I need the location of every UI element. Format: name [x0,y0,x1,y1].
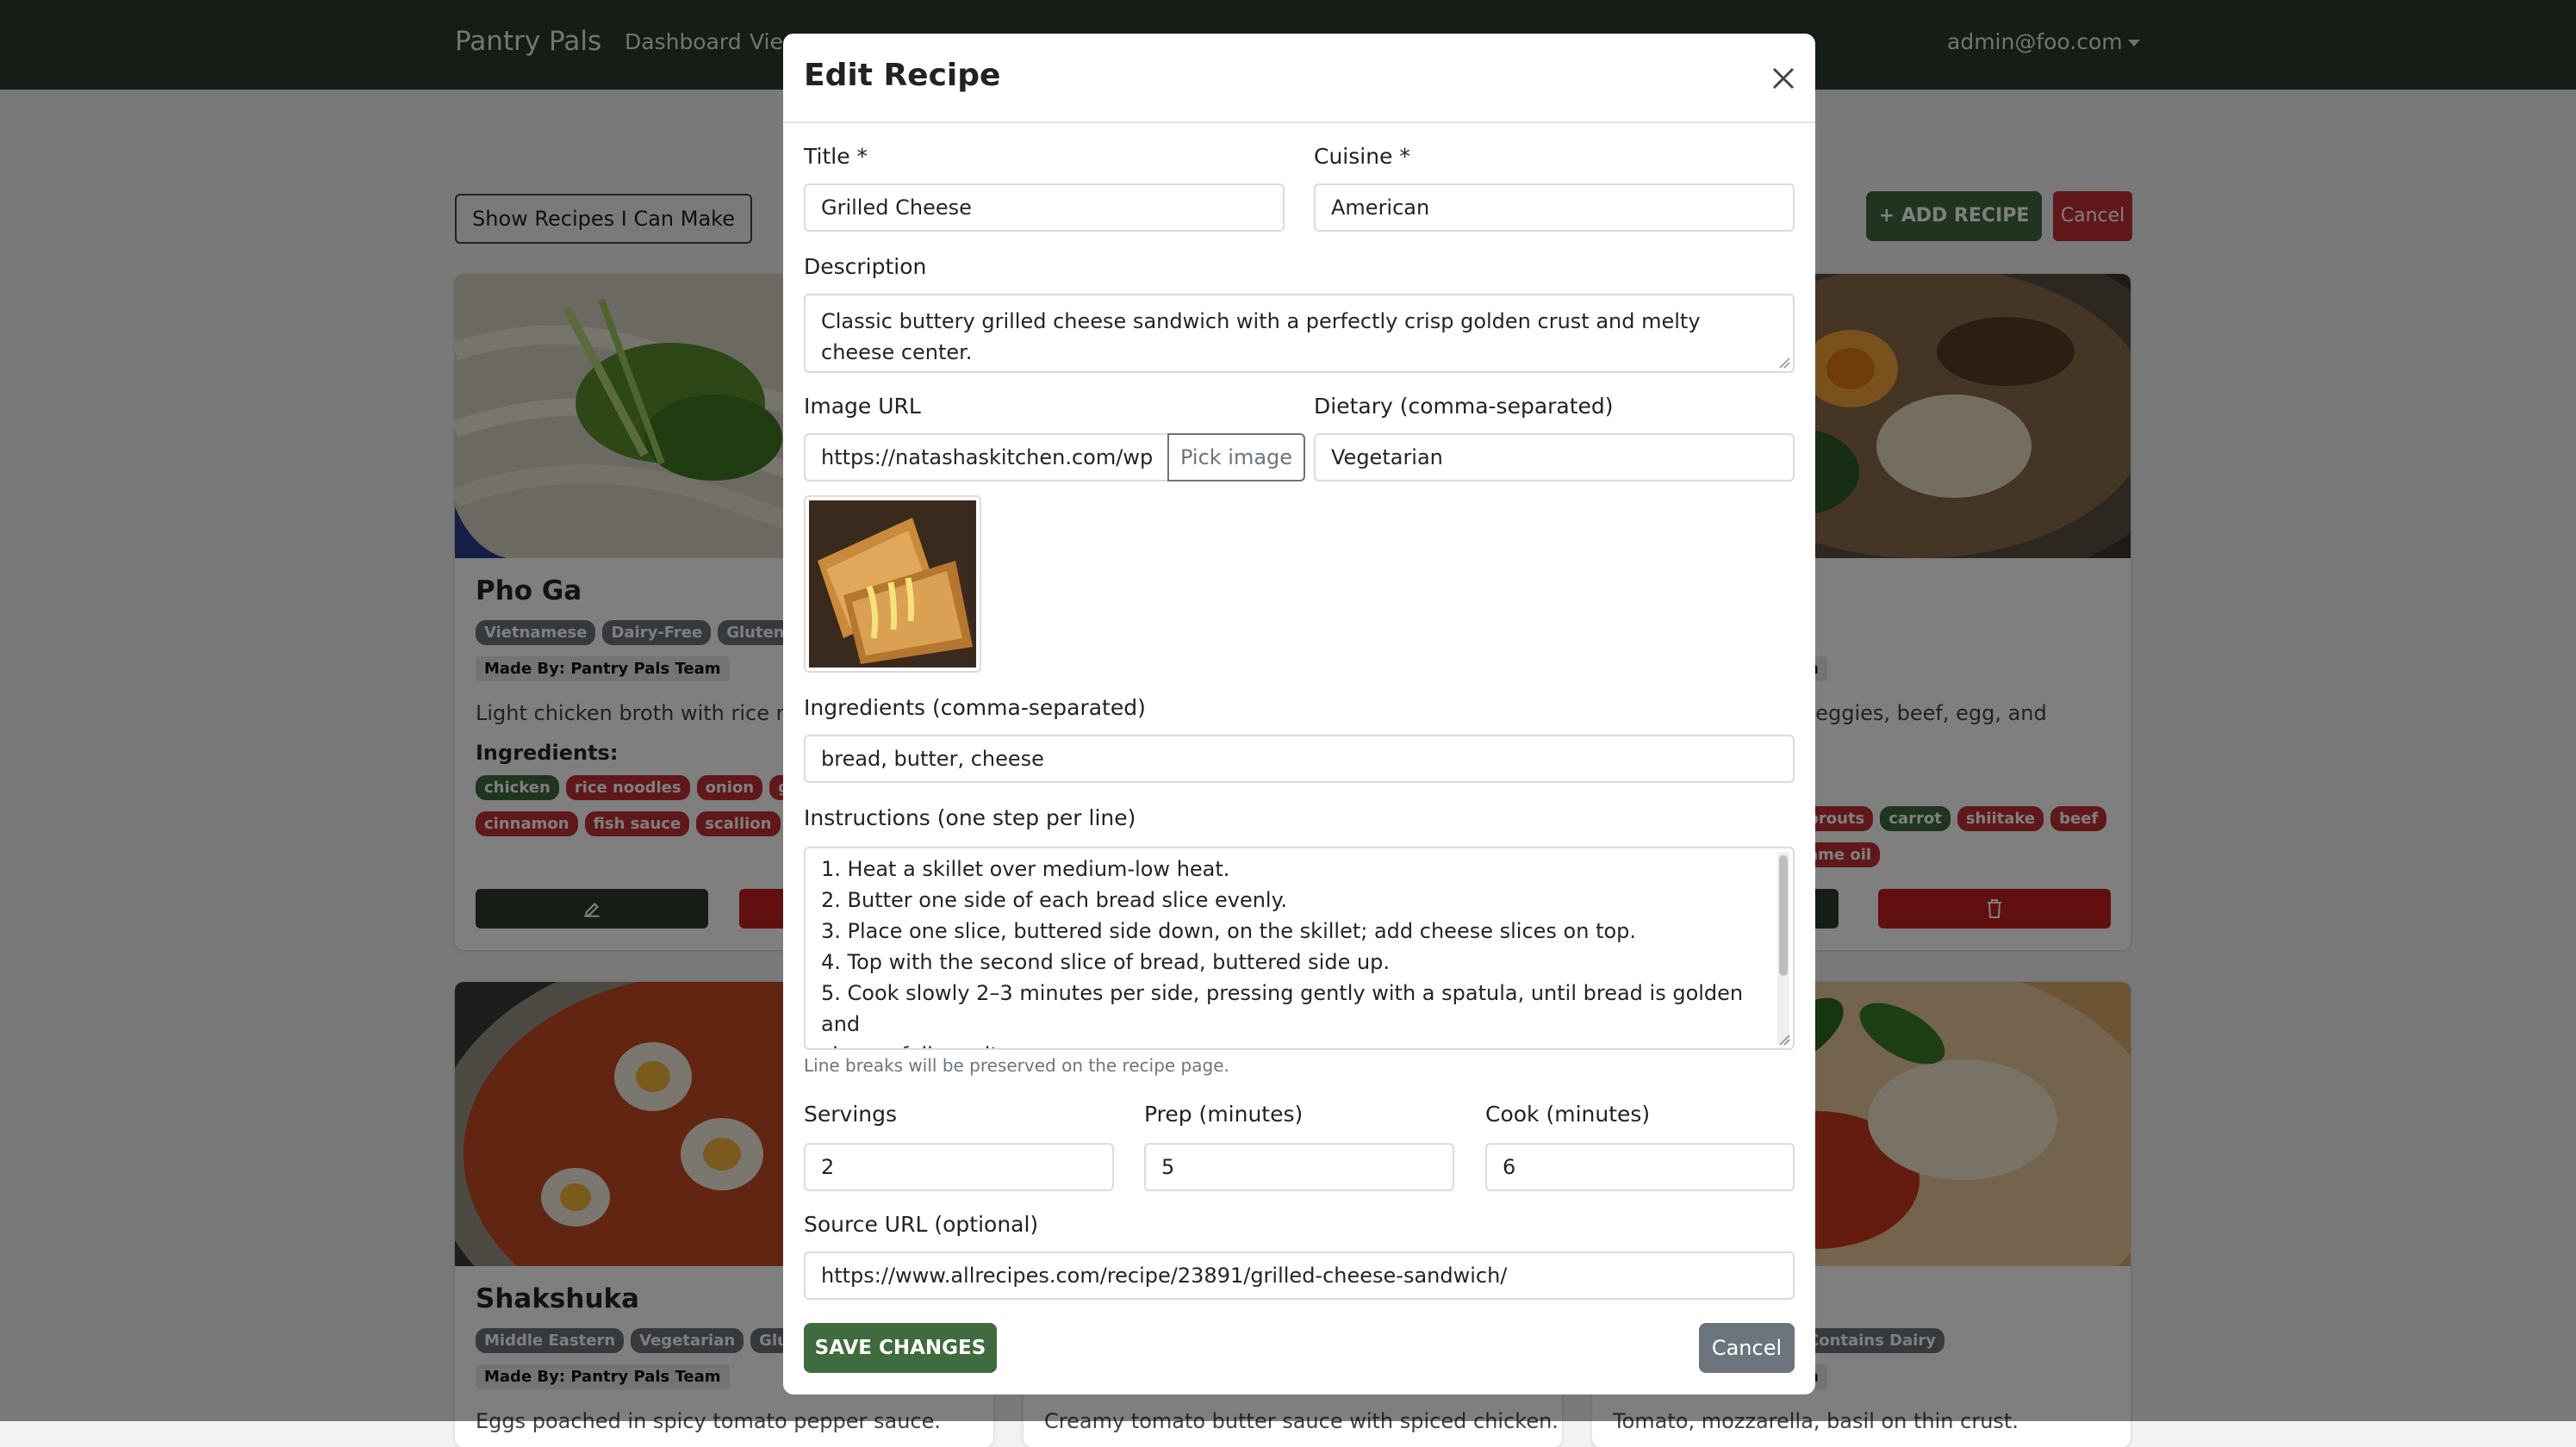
source-url-label: Source URL (optional) [804,1212,1039,1237]
instruction-line: 2. Butter one side of each bread slice e… [821,888,1288,912]
source-url-input[interactable] [804,1251,1795,1300]
dietary-input[interactable] [1314,433,1795,481]
pick-image-button[interactable]: Pick image [1167,433,1305,481]
servings-input[interactable] [804,1143,1114,1191]
dietary-label: Dietary (comma-separated) [1314,394,1614,419]
instruction-line: 3. Place one slice, buttered side down, … [821,919,1637,943]
cook-label: Cook (minutes) [1485,1102,1651,1127]
instruction-line: 5. Cook slowly 2–3 minutes per side, pre… [821,981,1744,1036]
instructions-textarea[interactable]: 1. Heat a skillet over medium-low heat. … [804,847,1795,1050]
modal-title: Edit Recipe [804,58,1001,93]
description-label: Description [804,254,927,279]
cuisine-label: Cuisine * [1314,144,1410,169]
grilled-cheese-thumbnail [809,500,976,668]
cook-input[interactable] [1485,1143,1795,1191]
image-url-label: Image URL [804,394,921,419]
instructions-help-text: Line breaks will be preserved on the rec… [804,1055,1229,1076]
prep-input[interactable] [1144,1143,1454,1191]
prep-label: Prep (minutes) [1144,1102,1304,1127]
modal-cancel-button[interactable]: Cancel [1699,1323,1795,1373]
save-changes-button[interactable]: SAVE CHANGES [804,1323,997,1373]
image-preview [804,495,981,673]
ingredients-label: Ingredients (comma-separated) [804,695,1146,720]
edit-recipe-modal: Edit Recipe Title * Cuisine * Descriptio… [783,34,1815,1394]
ingredients-input[interactable] [804,735,1795,783]
resize-grip-icon[interactable] [1778,1034,1790,1046]
resize-grip-icon[interactable] [1778,357,1790,369]
description-textarea[interactable]: Classic buttery grilled cheese sandwich … [804,294,1795,373]
instruction-line: 4. Top with the second slice of bread, b… [821,950,1391,974]
title-label: Title * [804,144,868,169]
instruction-line: cheese fully melts. [821,1040,1758,1048]
scrollbar-thumb[interactable] [1779,855,1788,976]
image-url-group: Pick image [804,433,1305,481]
title-input[interactable] [804,183,1285,232]
description-text: Classic buttery grilled cheese sandwich … [821,309,1701,364]
close-icon[interactable] [1770,65,1796,91]
modal-header: Edit Recipe [783,34,1815,123]
servings-label: Servings [804,1102,898,1127]
instruction-line: 1. Heat a skillet over medium-low heat. [821,857,1230,881]
scrollbar[interactable] [1777,852,1789,1045]
image-url-input[interactable] [804,433,1169,481]
instructions-label: Instructions (one step per line) [804,805,1136,830]
cuisine-input[interactable] [1314,183,1795,232]
